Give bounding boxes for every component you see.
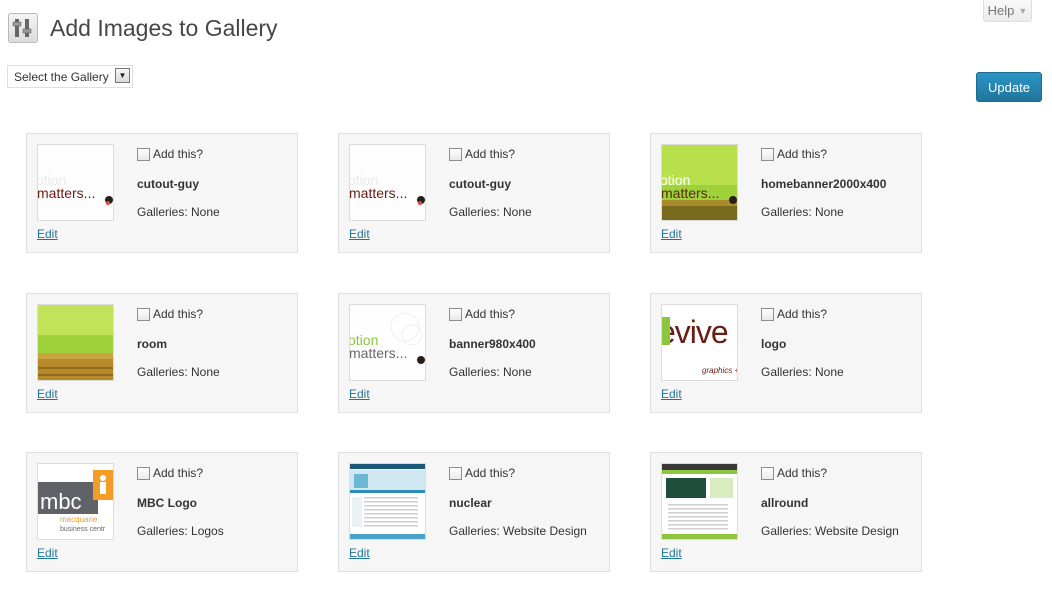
svg-text:evive: evive (662, 314, 728, 350)
add-this-label: Add this? (465, 147, 516, 161)
add-this-label: Add this? (465, 307, 516, 321)
svg-text:matters...: matters... (38, 185, 95, 201)
edit-link[interactable]: Edit (661, 227, 682, 241)
add-this-label: Add this? (777, 147, 828, 161)
image-galleries: Galleries: Logos (137, 524, 224, 538)
svg-text:mbc: mbc (40, 489, 82, 514)
image-thumbnail[interactable]: otion matters... (349, 304, 426, 381)
image-thumbnail[interactable] (661, 463, 738, 540)
svg-text:business centr: business centr (60, 526, 106, 533)
add-this-checkbox[interactable] (137, 307, 150, 321)
edit-link[interactable]: Edit (349, 227, 370, 241)
add-this-checkbox[interactable] (761, 466, 774, 480)
chevron-down-icon: ▼ (1018, 5, 1028, 16)
image-thumbnail[interactable]: evive graphics + w (661, 304, 738, 381)
image-thumbnail[interactable]: otion matters... (37, 144, 114, 221)
image-name: cutout-guy (449, 177, 511, 191)
image-card: evive graphics + w Edit Add this? logo Galler… (650, 293, 922, 413)
edit-link[interactable]: Edit (349, 546, 370, 560)
image-thumbnail[interactable]: otion matters... (349, 144, 426, 221)
image-thumbnail[interactable] (349, 463, 426, 540)
image-galleries: Galleries: None (137, 365, 220, 379)
image-card: mbc macquarie business centr Edit Add this? M… (26, 452, 298, 572)
image-galleries: Galleries: None (449, 365, 532, 379)
image-thumbnail[interactable]: otion matters... (661, 144, 738, 221)
image-card: otion matters... Edit Add this? cutout-guy Ga… (26, 133, 298, 253)
add-this-label: Add this? (153, 466, 204, 480)
add-this-option[interactable]: Add this? (137, 147, 203, 161)
edit-link[interactable]: Edit (37, 227, 58, 241)
help-button[interactable]: Help ▼ (983, 0, 1032, 22)
add-this-label: Add this? (153, 147, 204, 161)
image-name: logo (761, 337, 787, 351)
add-this-label: Add this? (465, 466, 516, 480)
image-name: homebanner2000x400 (761, 177, 887, 191)
image-galleries: Galleries: None (761, 365, 844, 379)
image-galleries: Galleries: Website Design (761, 524, 899, 538)
svg-text:graphics + w: graphics + w (702, 366, 737, 375)
gallery-select-value: Select the Gallery (14, 70, 109, 84)
image-name: allround (761, 496, 809, 510)
image-name: nuclear (449, 496, 492, 510)
image-card: Edit Add this? allround Galleries: Website … (650, 452, 922, 572)
help-label: Help (987, 3, 1015, 18)
add-this-checkbox[interactable] (137, 147, 150, 161)
image-card: Edit Add this? nuclear Galleries: Website D… (338, 452, 610, 572)
add-this-option[interactable]: Add this? (449, 307, 515, 321)
image-name: MBC Logo (137, 496, 197, 510)
add-this-option[interactable]: Add this? (137, 466, 203, 480)
image-card: otion matters... Edit Add this? homebanner20… (650, 133, 922, 253)
gallery-select[interactable]: Select the Gallery ▼ (7, 65, 133, 88)
edit-link[interactable]: Edit (37, 387, 58, 401)
add-this-label: Add this? (153, 307, 204, 321)
add-this-option[interactable]: Add this? (449, 466, 515, 480)
add-this-checkbox[interactable] (761, 307, 774, 321)
svg-text:matters...: matters... (350, 345, 407, 361)
add-this-checkbox[interactable] (449, 147, 462, 161)
edit-link[interactable]: Edit (37, 546, 58, 560)
image-card: otion matters... Edit Add this? cutout-guy Ga… (338, 133, 610, 253)
add-this-option[interactable]: Add this? (761, 147, 827, 161)
svg-text:matters...: matters... (662, 185, 719, 201)
dropdown-arrow-icon[interactable]: ▼ (115, 68, 130, 83)
image-galleries: Galleries: None (449, 205, 532, 219)
svg-text:macquarie: macquarie (60, 515, 98, 524)
image-name: cutout-guy (137, 177, 199, 191)
image-card: Edit Add this? room Galleries: None (26, 293, 298, 413)
image-galleries: Galleries: None (137, 205, 220, 219)
edit-link[interactable]: Edit (661, 387, 682, 401)
svg-text:matters...: matters... (350, 185, 407, 201)
image-thumbnail[interactable] (37, 304, 114, 381)
add-this-checkbox[interactable] (761, 147, 774, 161)
image-thumbnail[interactable]: mbc macquarie business centr (37, 463, 114, 540)
image-name: room (137, 337, 167, 351)
image-galleries: Galleries: Website Design (449, 524, 587, 538)
add-this-option[interactable]: Add this? (137, 307, 203, 321)
image-name: banner980x400 (449, 337, 536, 351)
edit-link[interactable]: Edit (661, 546, 682, 560)
add-this-option[interactable]: Add this? (761, 466, 827, 480)
add-this-label: Add this? (777, 466, 828, 480)
gallery-settings-icon (8, 13, 38, 43)
add-this-label: Add this? (777, 307, 828, 321)
add-this-checkbox[interactable] (137, 466, 150, 480)
page-title: Add Images to Gallery (50, 15, 278, 41)
add-this-checkbox[interactable] (449, 466, 462, 480)
update-button[interactable]: Update (976, 72, 1042, 102)
edit-link[interactable]: Edit (349, 387, 370, 401)
add-this-option[interactable]: Add this? (761, 307, 827, 321)
add-this-option[interactable]: Add this? (449, 147, 515, 161)
image-galleries: Galleries: None (761, 205, 844, 219)
image-card: otion matters... Edit Add this? banner980x40… (338, 293, 610, 413)
add-this-checkbox[interactable] (449, 307, 462, 321)
